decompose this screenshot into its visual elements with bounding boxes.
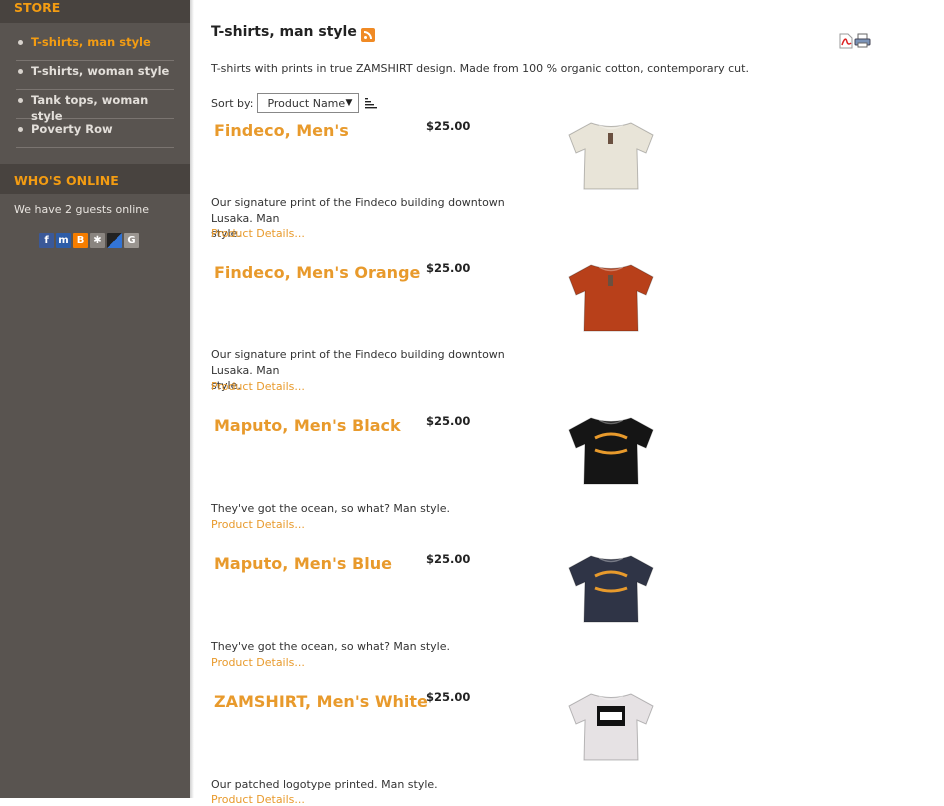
friends-icon[interactable]: ✱ [90, 233, 105, 248]
product-name-link[interactable]: Findeco, Men's [214, 121, 349, 140]
tshirt-print-label [600, 712, 622, 720]
bullet-icon [18, 40, 23, 45]
product-price: $25.00 [426, 414, 471, 428]
product-details-link[interactable]: Product Details... [211, 518, 305, 531]
sort-label: Sort by: [211, 96, 254, 110]
blogger-icon[interactable]: B [73, 233, 88, 248]
product-image[interactable] [561, 255, 661, 335]
product-name-link[interactable]: Maputo, Men's Black [214, 416, 401, 435]
menu-item-label: Poverty Row [31, 122, 113, 136]
sidebar: STORE T-shirts, man style T-shirts, woma… [0, 0, 190, 798]
tshirt-print [608, 275, 613, 286]
product-description-line: They've got the ocean, so what? Man styl… [211, 502, 450, 515]
sort-direction-icon[interactable] [365, 97, 378, 109]
menu-item-poverty-row[interactable]: Poverty Row [16, 120, 174, 148]
product-details-link[interactable]: Product Details... [211, 656, 305, 669]
facebook-icon[interactable]: f [39, 233, 54, 248]
product-image[interactable] [561, 546, 661, 626]
sidebar-shadow [190, 0, 194, 798]
product-details-link[interactable]: Product Details... [211, 227, 305, 240]
product-image[interactable] [561, 408, 661, 488]
product-description-line: Our patched logotype printed. Man style. [211, 778, 438, 791]
menu-item-tank-tops-woman[interactable]: Tank tops, woman style [16, 91, 174, 123]
myspace-icon[interactable]: m [56, 233, 71, 248]
store-module-title: STORE [0, 0, 190, 23]
bullet-icon [18, 98, 23, 103]
whos-online-title: WHO'S ONLINE [0, 164, 190, 194]
product-description-line: Our signature print of the Findeco build… [211, 196, 505, 225]
google-icon[interactable]: G [124, 233, 139, 248]
menu-item-label: T-shirts, man style [31, 35, 151, 49]
pdf-icon[interactable] [839, 33, 853, 49]
social-bookmarks: f m B ✱ G [0, 216, 190, 248]
product-price: $25.00 [426, 690, 471, 704]
menu-item-tshirts-man[interactable]: T-shirts, man style [16, 33, 174, 61]
tshirt-shape [568, 555, 654, 623]
tshirt-print [608, 133, 613, 144]
bullet-icon [18, 69, 23, 74]
print-icon[interactable] [854, 33, 871, 48]
sort-bar: Sort by: Product Name ▼ [211, 93, 378, 113]
product-description: Our patched logotype printed. Man style. [211, 777, 541, 793]
delicious-icon[interactable] [107, 233, 122, 248]
dropdown-arrow-icon: ▼ [345, 98, 353, 108]
product-price: $25.00 [426, 261, 471, 275]
page-title: T-shirts, man style [211, 24, 357, 40]
product-details-link[interactable]: Product Details... [211, 380, 305, 393]
product-price: $25.00 [426, 119, 471, 133]
category-title-row: T-shirts, man style [211, 22, 375, 42]
menu-item-label: T-shirts, woman style [31, 64, 170, 78]
category-description: T-shirts with prints in true ZAMSHIRT de… [211, 62, 749, 75]
tshirt-shape [568, 122, 654, 190]
menu-item-tshirts-woman[interactable]: T-shirts, woman style [16, 62, 174, 90]
product-image[interactable] [561, 113, 661, 193]
product-description-line: Our signature print of the Findeco build… [211, 348, 505, 377]
product-description: They've got the ocean, so what? Man styl… [211, 639, 541, 655]
rss-icon[interactable] [360, 28, 375, 42]
bullet-icon [18, 127, 23, 132]
product-name-link[interactable]: ZAMSHIRT, Men's White [214, 692, 428, 711]
sort-select-value: Product Name [267, 96, 346, 110]
sort-select[interactable]: Product Name ▼ [257, 93, 360, 113]
product-name-link[interactable]: Maputo, Men's Blue [214, 554, 392, 573]
tshirt-shape [568, 264, 654, 332]
page-tools [839, 33, 871, 49]
product-name-link[interactable]: Findeco, Men's Orange [214, 263, 420, 282]
menu-item-label: Tank tops, woman style [31, 93, 149, 123]
product-details-link[interactable]: Product Details... [211, 793, 305, 806]
product-price: $25.00 [426, 552, 471, 566]
store-menu: T-shirts, man style T-shirts, woman styl… [0, 23, 190, 148]
product-description: They've got the ocean, so what? Man styl… [211, 501, 541, 517]
product-description-line: They've got the ocean, so what? Man styl… [211, 640, 450, 653]
product-image[interactable] [561, 684, 661, 764]
tshirt-shape [568, 693, 654, 761]
tshirt-shape [568, 417, 654, 485]
online-count-text: We have 2 guests online [14, 203, 150, 216]
